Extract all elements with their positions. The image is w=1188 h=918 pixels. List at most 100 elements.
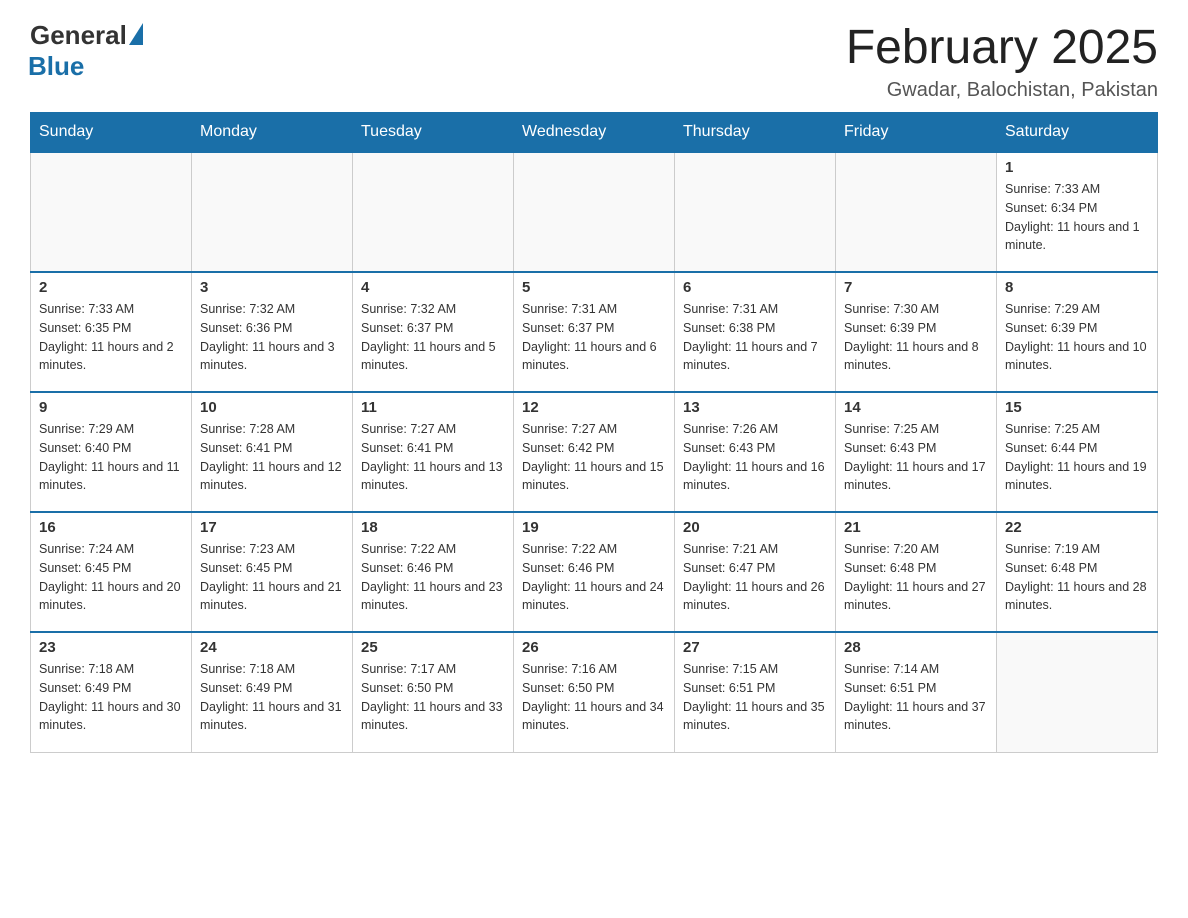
calendar-cell: 13 Sunrise: 7:26 AM Sunset: 6:43 PM Dayli… [675,392,836,512]
day-number: 19 [522,519,666,536]
day-number: 11 [361,399,505,416]
day-info: Sunrise: 7:29 AM Sunset: 6:40 PM Dayligh… [39,420,183,495]
calendar-week-row: 2 Sunrise: 7:33 AM Sunset: 6:35 PM Daylig… [31,272,1158,392]
day-number: 6 [683,279,827,296]
logo-general-text: General [30,20,127,51]
day-info: Sunrise: 7:33 AM Sunset: 6:34 PM Dayligh… [1005,180,1149,255]
calendar-cell: 4Sunrise: 7:32 AM Sunset: 6:37 PM Daylig… [353,272,514,392]
day-number: 5 [522,279,666,296]
day-number: 16 [39,519,183,536]
calendar-week-row: 9Sunrise: 7:29 AM Sunset: 6:40 PM Daylig… [31,392,1158,512]
day-of-week-header: Monday [192,113,353,153]
day-info: Sunrise: 7:20 AM Sunset: 6:48 PM Dayligh… [844,540,988,615]
day-number: 28 [844,639,988,656]
calendar-cell: 18 Sunrise: 7:22 AM Sunset: 6:46 PM Dayli… [353,512,514,632]
day-of-week-header: Saturday [997,113,1158,153]
day-info: Sunrise: 7:25 AM Sunset: 6:43 PM Dayligh… [844,420,988,495]
calendar-cell: 15Sunrise: 7:25 AM Sunset: 6:44 PM Dayli… [997,392,1158,512]
calendar-cell: 14 Sunrise: 7:25 AM Sunset: 6:43 PM Dayli… [836,392,997,512]
day-number: 3 [200,279,344,296]
day-number: 20 [683,519,827,536]
day-info: Sunrise: 7:14 AM Sunset: 6:51 PM Dayligh… [844,660,988,735]
day-number: 18 [361,519,505,536]
day-number: 13 [683,399,827,416]
day-of-week-header: Friday [836,113,997,153]
calendar-cell: 1 Sunrise: 7:33 AM Sunset: 6:34 PM Daylig… [997,152,1158,272]
day-number: 10 [200,399,344,416]
day-of-week-header: Tuesday [353,113,514,153]
day-info: Sunrise: 7:25 AM Sunset: 6:44 PM Dayligh… [1005,420,1149,495]
day-info: Sunrise: 7:22 AM Sunset: 6:46 PM Dayligh… [522,540,666,615]
location-text: Gwadar, Balochistan, Pakistan [846,79,1158,102]
day-number: 2 [39,279,183,296]
day-number: 26 [522,639,666,656]
calendar-cell [836,152,997,272]
day-info: Sunrise: 7:18 AM Sunset: 6:49 PM Dayligh… [39,660,183,735]
day-number: 17 [200,519,344,536]
month-title: February 2025 [846,20,1158,75]
calendar-cell: 7 Sunrise: 7:30 AM Sunset: 6:39 PM Daylig… [836,272,997,392]
day-number: 25 [361,639,505,656]
calendar-cell: 24 Sunrise: 7:18 AM Sunset: 6:49 PM Dayli… [192,632,353,752]
day-info: Sunrise: 7:26 AM Sunset: 6:43 PM Dayligh… [683,420,827,495]
calendar-cell: 16 Sunrise: 7:24 AM Sunset: 6:45 PM Dayli… [31,512,192,632]
day-info: Sunrise: 7:32 AM Sunset: 6:36 PM Dayligh… [200,300,344,375]
calendar-cell: 5Sunrise: 7:31 AM Sunset: 6:37 PM Daylig… [514,272,675,392]
calendar-table: SundayMondayTuesdayWednesdayThursdayFrid… [30,112,1158,753]
calendar-cell: 23 Sunrise: 7:18 AM Sunset: 6:49 PM Dayli… [31,632,192,752]
day-info: Sunrise: 7:33 AM Sunset: 6:35 PM Dayligh… [39,300,183,375]
day-info: Sunrise: 7:32 AM Sunset: 6:37 PM Dayligh… [361,300,505,375]
calendar-cell: 25 Sunrise: 7:17 AM Sunset: 6:50 PM Dayli… [353,632,514,752]
day-info: Sunrise: 7:29 AM Sunset: 6:39 PM Dayligh… [1005,300,1149,375]
calendar-cell: 12 Sunrise: 7:27 AM Sunset: 6:42 PM Dayli… [514,392,675,512]
day-of-week-header: Sunday [31,113,192,153]
logo: General Blue [30,20,143,82]
calendar-cell: 2 Sunrise: 7:33 AM Sunset: 6:35 PM Daylig… [31,272,192,392]
day-number: 24 [200,639,344,656]
calendar-cell: 3 Sunrise: 7:32 AM Sunset: 6:36 PM Daylig… [192,272,353,392]
day-number: 23 [39,639,183,656]
calendar-week-row: 23 Sunrise: 7:18 AM Sunset: 6:49 PM Dayli… [31,632,1158,752]
calendar-cell [675,152,836,272]
day-info: Sunrise: 7:19 AM Sunset: 6:48 PM Dayligh… [1005,540,1149,615]
day-number: 21 [844,519,988,536]
day-number: 12 [522,399,666,416]
day-info: Sunrise: 7:27 AM Sunset: 6:42 PM Dayligh… [522,420,666,495]
calendar-cell: 20 Sunrise: 7:21 AM Sunset: 6:47 PM Dayli… [675,512,836,632]
day-info: Sunrise: 7:22 AM Sunset: 6:46 PM Dayligh… [361,540,505,615]
calendar-cell: 19 Sunrise: 7:22 AM Sunset: 6:46 PM Dayli… [514,512,675,632]
day-info: Sunrise: 7:23 AM Sunset: 6:45 PM Dayligh… [200,540,344,615]
day-info: Sunrise: 7:17 AM Sunset: 6:50 PM Dayligh… [361,660,505,735]
day-number: 8 [1005,279,1149,296]
day-number: 27 [683,639,827,656]
day-info: Sunrise: 7:16 AM Sunset: 6:50 PM Dayligh… [522,660,666,735]
day-info: Sunrise: 7:18 AM Sunset: 6:49 PM Dayligh… [200,660,344,735]
calendar-cell [353,152,514,272]
calendar-cell: 10Sunrise: 7:28 AM Sunset: 6:41 PM Dayli… [192,392,353,512]
day-info: Sunrise: 7:30 AM Sunset: 6:39 PM Dayligh… [844,300,988,375]
day-info: Sunrise: 7:15 AM Sunset: 6:51 PM Dayligh… [683,660,827,735]
calendar-cell: 17 Sunrise: 7:23 AM Sunset: 6:45 PM Dayli… [192,512,353,632]
calendar-cell: 9Sunrise: 7:29 AM Sunset: 6:40 PM Daylig… [31,392,192,512]
calendar-cell: 21 Sunrise: 7:20 AM Sunset: 6:48 PM Dayli… [836,512,997,632]
day-of-week-header: Wednesday [514,113,675,153]
day-number: 1 [1005,159,1149,176]
calendar-cell: 27 Sunrise: 7:15 AM Sunset: 6:51 PM Dayli… [675,632,836,752]
day-number: 14 [844,399,988,416]
calendar-week-row: 1 Sunrise: 7:33 AM Sunset: 6:34 PM Daylig… [31,152,1158,272]
calendar-cell [997,632,1158,752]
calendar-cell: 28 Sunrise: 7:14 AM Sunset: 6:51 PM Dayli… [836,632,997,752]
page-header: General Blue February 2025 Gwadar, Baloc… [30,20,1158,102]
day-info: Sunrise: 7:31 AM Sunset: 6:38 PM Dayligh… [683,300,827,375]
calendar-cell [31,152,192,272]
calendar-cell: 22 Sunrise: 7:19 AM Sunset: 6:48 PM Dayli… [997,512,1158,632]
day-number: 22 [1005,519,1149,536]
day-info: Sunrise: 7:24 AM Sunset: 6:45 PM Dayligh… [39,540,183,615]
day-number: 7 [844,279,988,296]
calendar-cell: 6 Sunrise: 7:31 AM Sunset: 6:38 PM Daylig… [675,272,836,392]
calendar-cell: 11 Sunrise: 7:27 AM Sunset: 6:41 PM Dayli… [353,392,514,512]
day-info: Sunrise: 7:27 AM Sunset: 6:41 PM Dayligh… [361,420,505,495]
logo-blue-text: Blue [28,51,84,82]
calendar-cell: 8 Sunrise: 7:29 AM Sunset: 6:39 PM Daylig… [997,272,1158,392]
day-info: Sunrise: 7:21 AM Sunset: 6:47 PM Dayligh… [683,540,827,615]
